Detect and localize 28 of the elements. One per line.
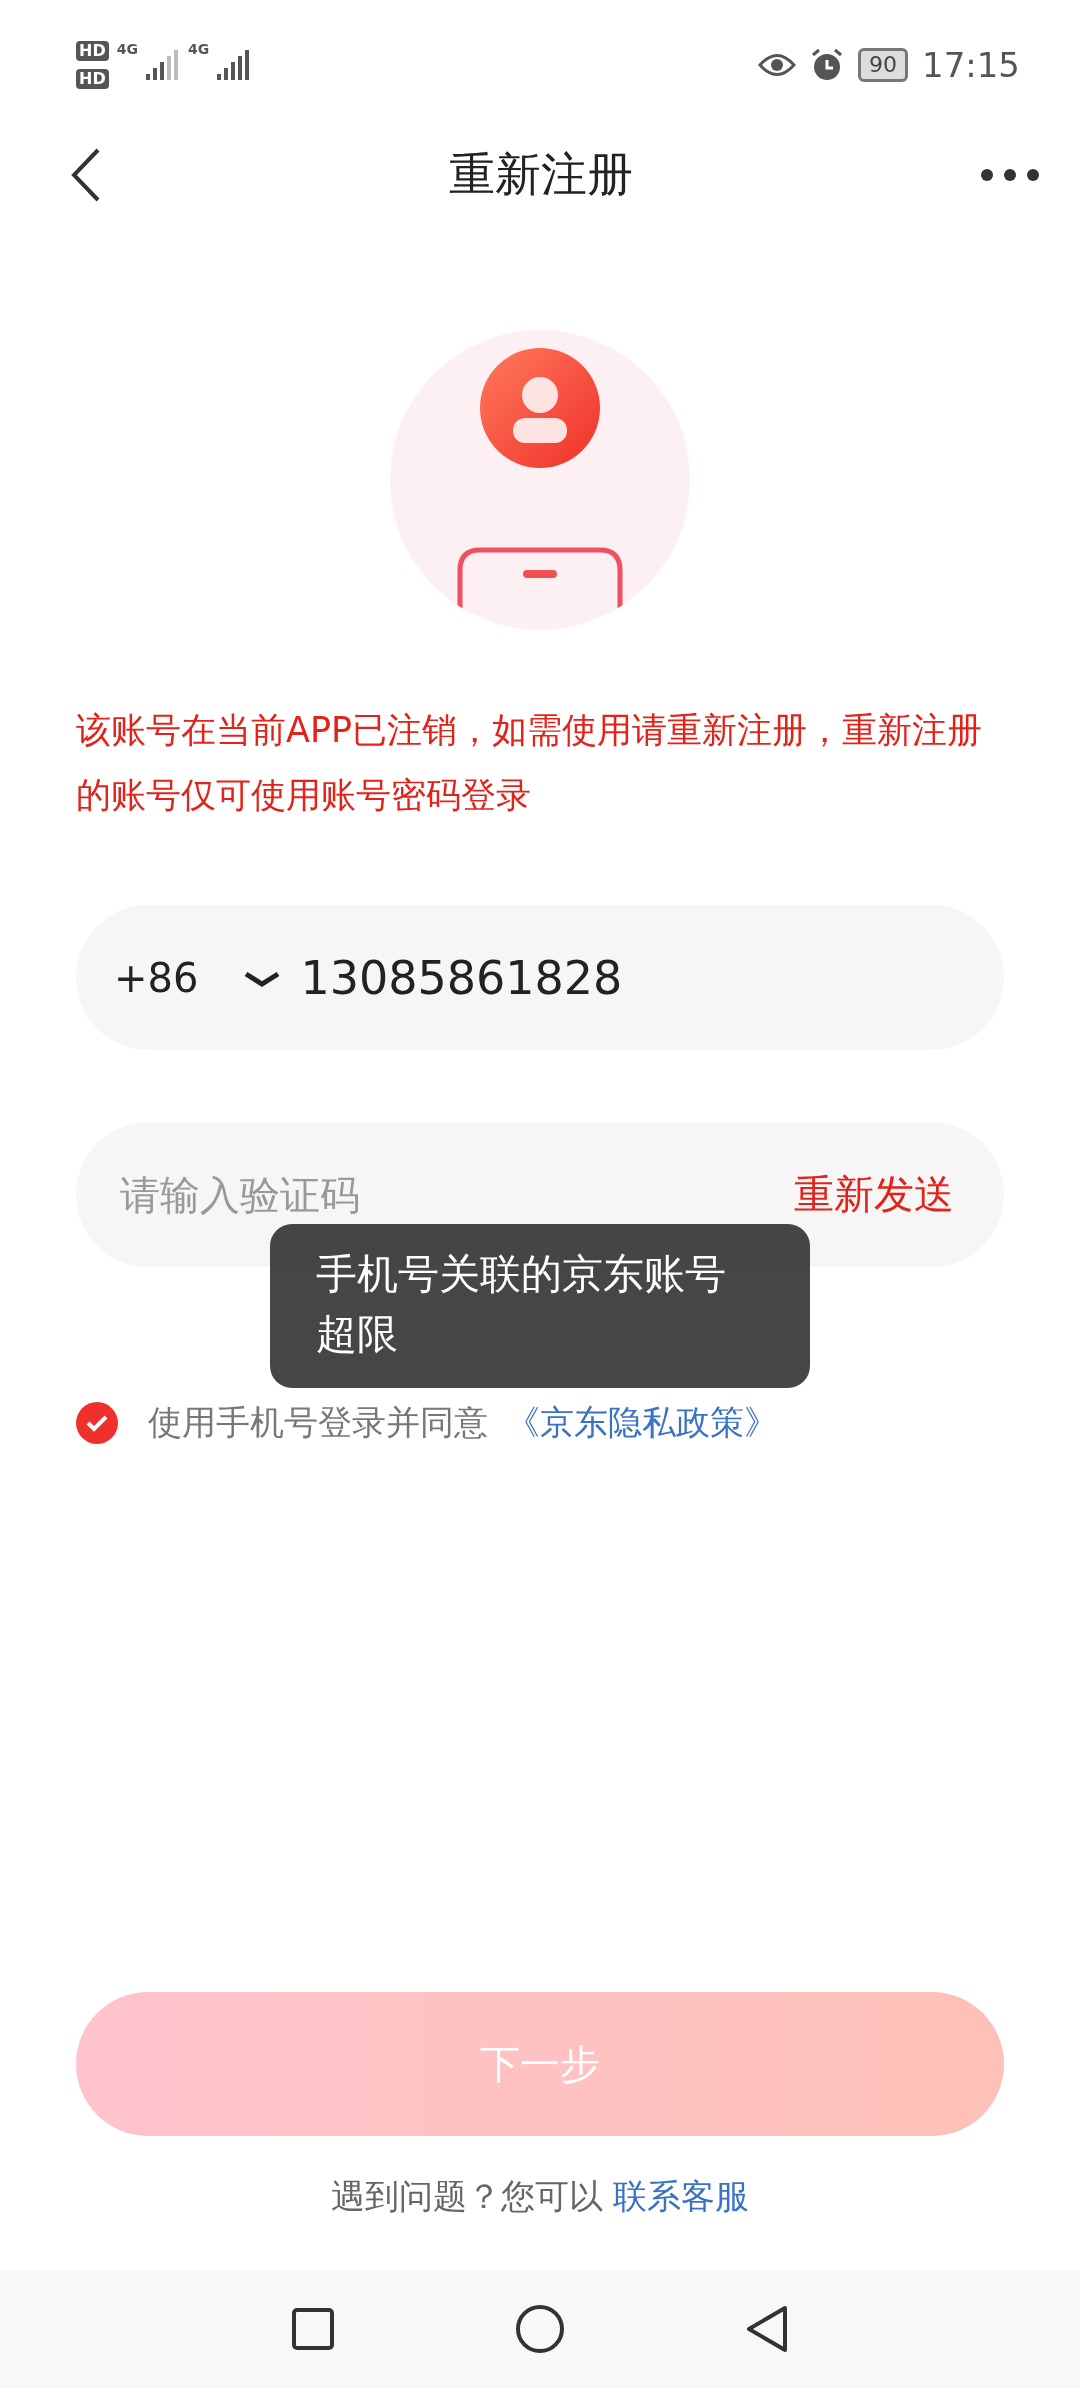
- notice-text: 该账号在当前APP已注销，如需使用请重新注册，重新注册的账号仅可使用账号密码登录: [76, 709, 984, 817]
- alarm-icon: [810, 48, 844, 82]
- sim-label: HD: [76, 41, 109, 61]
- sim-label: HD: [76, 69, 109, 89]
- help-text: 遇到问题？您可以: [331, 2175, 603, 2218]
- check-icon: [85, 1414, 109, 1432]
- network-label: 4G: [187, 41, 210, 57]
- phone-number: 13085861828: [300, 950, 623, 1005]
- signal-icon: [145, 50, 180, 80]
- back-nav-icon[interactable]: [745, 2304, 789, 2354]
- signal-icon: [217, 50, 252, 80]
- phone-field[interactable]: +86 13085861828: [76, 905, 1004, 1050]
- back-icon[interactable]: [70, 147, 102, 203]
- country-code[interactable]: +86: [114, 954, 199, 1001]
- privacy-link[interactable]: 《京东隐私政策》: [506, 1400, 778, 1446]
- clock-time: 17:15: [922, 45, 1020, 85]
- network-label: 4G: [116, 41, 138, 57]
- support-link[interactable]: 联系客服: [613, 2174, 749, 2220]
- home-icon[interactable]: [515, 2304, 565, 2354]
- agreement-text: 使用手机号登录并同意: [148, 1401, 488, 1444]
- eye-icon: [758, 52, 796, 78]
- page-title: 重新注册: [449, 146, 633, 203]
- agree-checkbox[interactable]: [76, 1402, 118, 1444]
- recents-icon[interactable]: [291, 2307, 335, 2351]
- more-icon[interactable]: [980, 168, 1040, 182]
- resend-button[interactable]: 重新发送: [794, 1167, 954, 1222]
- battery-level: 90: [858, 48, 908, 82]
- message-toast: 手机号关联的京东账号超限: [270, 1224, 810, 1388]
